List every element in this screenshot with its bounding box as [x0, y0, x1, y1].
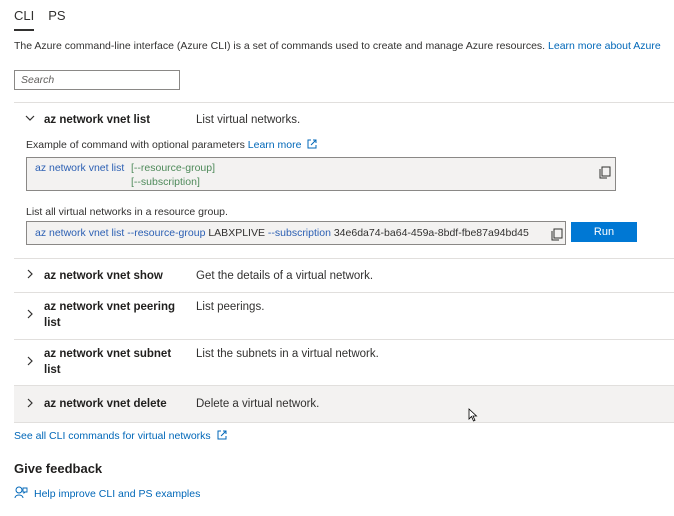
learn-more-azure-link[interactable]: Learn more about Azure: [548, 40, 661, 52]
command-description: List peerings.: [196, 301, 265, 313]
chevron-right-icon[interactable]: [24, 398, 36, 411]
command-row-vnet-subnet-list[interactable]: az network vnet subnet list List the sub…: [14, 340, 674, 386]
list-label: List all virtual networks in a resource …: [26, 206, 228, 218]
command-name-line2: list: [44, 317, 61, 329]
command-name-line1: az network vnet subnet: [44, 348, 172, 360]
run-flag-resource-group: --resource-group: [127, 227, 206, 239]
chevron-right-icon[interactable]: [24, 309, 36, 322]
command-row-vnet-delete[interactable]: az network vnet delete Delete a virtual …: [14, 386, 674, 423]
intro-description: The Azure command-line interface (Azure …: [14, 40, 546, 52]
example-param-resource-group: [--resource-group]: [131, 162, 216, 174]
command-list: az network vnet list List virtual networ…: [14, 102, 674, 423]
command-name: az network vnet subnet list: [44, 346, 189, 378]
external-link-icon[interactable]: [307, 139, 317, 152]
command-row-vnet-list: az network vnet list List virtual networ…: [14, 103, 674, 259]
copy-icon[interactable]: [551, 228, 563, 241]
command-name: az network vnet show: [44, 270, 163, 282]
chevron-right-icon[interactable]: [24, 356, 36, 369]
command-header-vnet-list[interactable]: az network vnet list List virtual networ…: [14, 103, 674, 137]
command-description: List the subnets in a virtual network.: [196, 348, 379, 360]
feedback-link[interactable]: Help improve CLI and PS examples: [14, 486, 200, 502]
run-button[interactable]: Run: [571, 222, 637, 242]
run-value-subscription: 34e6da74-ba64-459a-8bdf-fbe87a94bd45: [333, 227, 529, 239]
tab-bar: CLI PS: [14, 6, 80, 31]
chevron-right-icon[interactable]: [24, 269, 36, 282]
command-row-vnet-peering-list[interactable]: az network vnet peering list List peerin…: [14, 293, 674, 340]
run-value-resource-group: LABXPLIVE: [208, 227, 265, 239]
feedback-icon: [14, 486, 28, 502]
command-description: List virtual networks.: [196, 114, 301, 126]
example-label: Example of command with optional paramet…: [26, 139, 245, 151]
command-name-line1: az network vnet peering: [44, 301, 176, 313]
tab-ps[interactable]: PS: [48, 6, 65, 31]
command-name: az network vnet delete: [44, 398, 167, 410]
example-code-block: az network vnet list [--resource-group] …: [26, 157, 616, 191]
chevron-down-icon[interactable]: [24, 113, 36, 126]
intro-text: The Azure command-line interface (Azure …: [14, 40, 661, 52]
run-flag-subscription: --subscription: [267, 227, 331, 239]
feedback-link-label: Help improve CLI and PS examples: [34, 488, 201, 500]
mouse-cursor-icon: [468, 408, 478, 427]
run-command: az network vnet list: [35, 227, 125, 239]
run-code-block: az network vnet list --resource-group LA…: [26, 221, 566, 245]
command-description: Get the details of a virtual network.: [196, 270, 374, 282]
see-all-label: See all CLI commands for virtual network…: [14, 430, 211, 442]
example-param-subscription: [--subscription]: [131, 176, 200, 188]
example-command: az network vnet list: [35, 162, 125, 174]
see-all-cli-commands-link[interactable]: See all CLI commands for virtual network…: [14, 430, 227, 443]
tab-cli[interactable]: CLI: [14, 6, 35, 31]
command-name: az network vnet list: [44, 114, 151, 126]
search-input[interactable]: [14, 70, 180, 90]
learn-more-link[interactable]: Learn more: [248, 139, 302, 151]
command-description: Delete a virtual network.: [196, 398, 320, 410]
external-link-icon: [217, 430, 227, 443]
command-name-line2: list: [44, 364, 61, 376]
copy-icon[interactable]: [599, 166, 611, 179]
example-label-row: Example of command with optional paramet…: [26, 139, 317, 152]
command-name: az network vnet peering list: [44, 299, 189, 331]
feedback-heading: Give feedback: [14, 461, 103, 476]
command-row-vnet-show[interactable]: az network vnet show Get the details of …: [14, 259, 674, 293]
